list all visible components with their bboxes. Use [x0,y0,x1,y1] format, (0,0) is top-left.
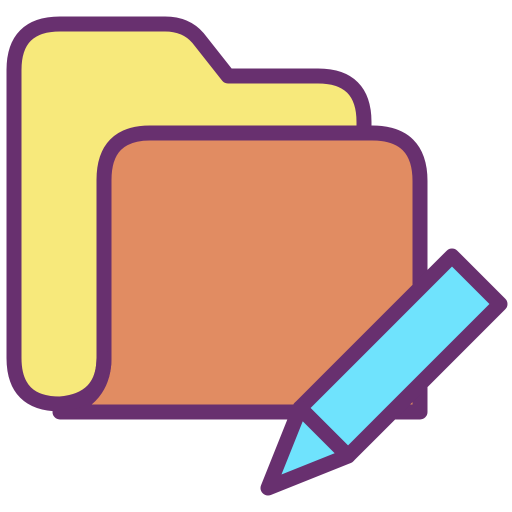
icon-canvas [0,0,512,512]
edit-folder-icon [6,16,508,496]
